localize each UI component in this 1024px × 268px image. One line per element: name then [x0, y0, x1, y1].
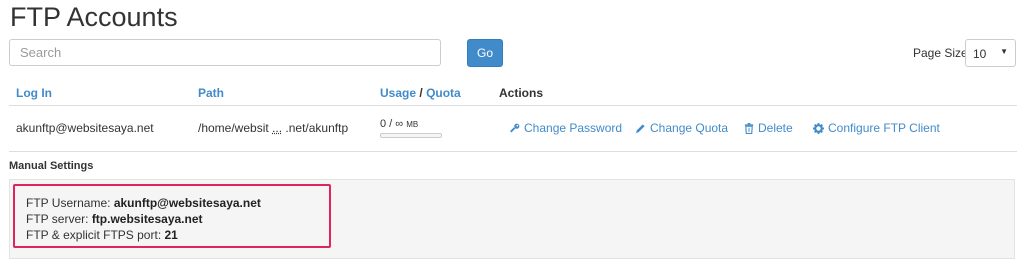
path-end: .net/akunftp — [285, 121, 349, 135]
ftp-username-value: akunftp@websitesaya.net — [113, 196, 261, 210]
pencil-icon — [635, 123, 645, 133]
path-start: /home/websit — [198, 121, 269, 135]
page-size-select[interactable]: 10 ▼ — [965, 39, 1016, 67]
usage-value: 0 / ∞ — [380, 118, 404, 130]
column-header-login[interactable]: Log In — [16, 86, 52, 100]
ftp-server-value: ftp.websitesaya.net — [91, 212, 203, 226]
page-size-label: Page Size — [913, 46, 968, 60]
go-button[interactable]: Go — [467, 39, 503, 67]
usage-unit: MB — [406, 120, 419, 129]
usage-text: 0 / ∞ MB — [380, 118, 418, 130]
trash-icon — [744, 122, 754, 134]
change-quota-link[interactable]: Change Quota — [635, 121, 728, 135]
configure-ftp-client-link[interactable]: Configure FTP Client — [813, 121, 940, 135]
change-quota-label: Change Quota — [650, 121, 729, 135]
ftp-server-setting: FTP server: ftp.websitesaya.net — [26, 212, 203, 226]
ftp-port-value: 21 — [164, 228, 178, 242]
caret-down-icon: ▼ — [1000, 47, 1008, 56]
change-password-label: Change Password — [524, 121, 623, 135]
column-header-path[interactable]: Path — [198, 86, 224, 100]
ftp-username-label: FTP Username: — [26, 196, 111, 210]
ftp-server-label: FTP server: — [26, 212, 89, 226]
ftp-port-label: FTP & explicit FTPS port: — [26, 228, 162, 242]
ftp-username-setting: FTP Username: akunftp@websitesaya.net — [26, 196, 261, 210]
page-size-value: 10 — [973, 47, 987, 61]
row-path: /home/websit ... .net/akunftp — [198, 121, 348, 135]
manual-settings-heading: Manual Settings — [9, 160, 94, 172]
delete-link[interactable]: Delete — [744, 121, 793, 135]
row-login: akunftp@websitesaya.net — [16, 121, 154, 135]
configure-ftp-client-label: Configure FTP Client — [828, 121, 940, 135]
change-password-link[interactable]: Change Password — [509, 121, 622, 135]
ftp-port-setting: FTP & explicit FTPS port: 21 — [26, 228, 178, 242]
delete-label: Delete — [758, 121, 793, 135]
gear-icon — [813, 122, 824, 134]
page-title: FTP Accounts — [10, 2, 178, 32]
search-input[interactable] — [9, 39, 441, 66]
column-header-usage-quota: Usage / Quota — [380, 86, 461, 100]
usage-progress-bar — [380, 133, 442, 138]
column-header-usage[interactable]: Usage — [380, 86, 416, 100]
key-icon — [510, 123, 520, 132]
column-header-actions: Actions — [499, 86, 544, 100]
header-separator: / — [419, 86, 423, 100]
column-header-quota[interactable]: Quota — [426, 86, 461, 100]
header-divider — [9, 105, 1017, 106]
path-ellipsis[interactable]: ... — [272, 121, 282, 135]
row-divider — [9, 151, 1017, 152]
